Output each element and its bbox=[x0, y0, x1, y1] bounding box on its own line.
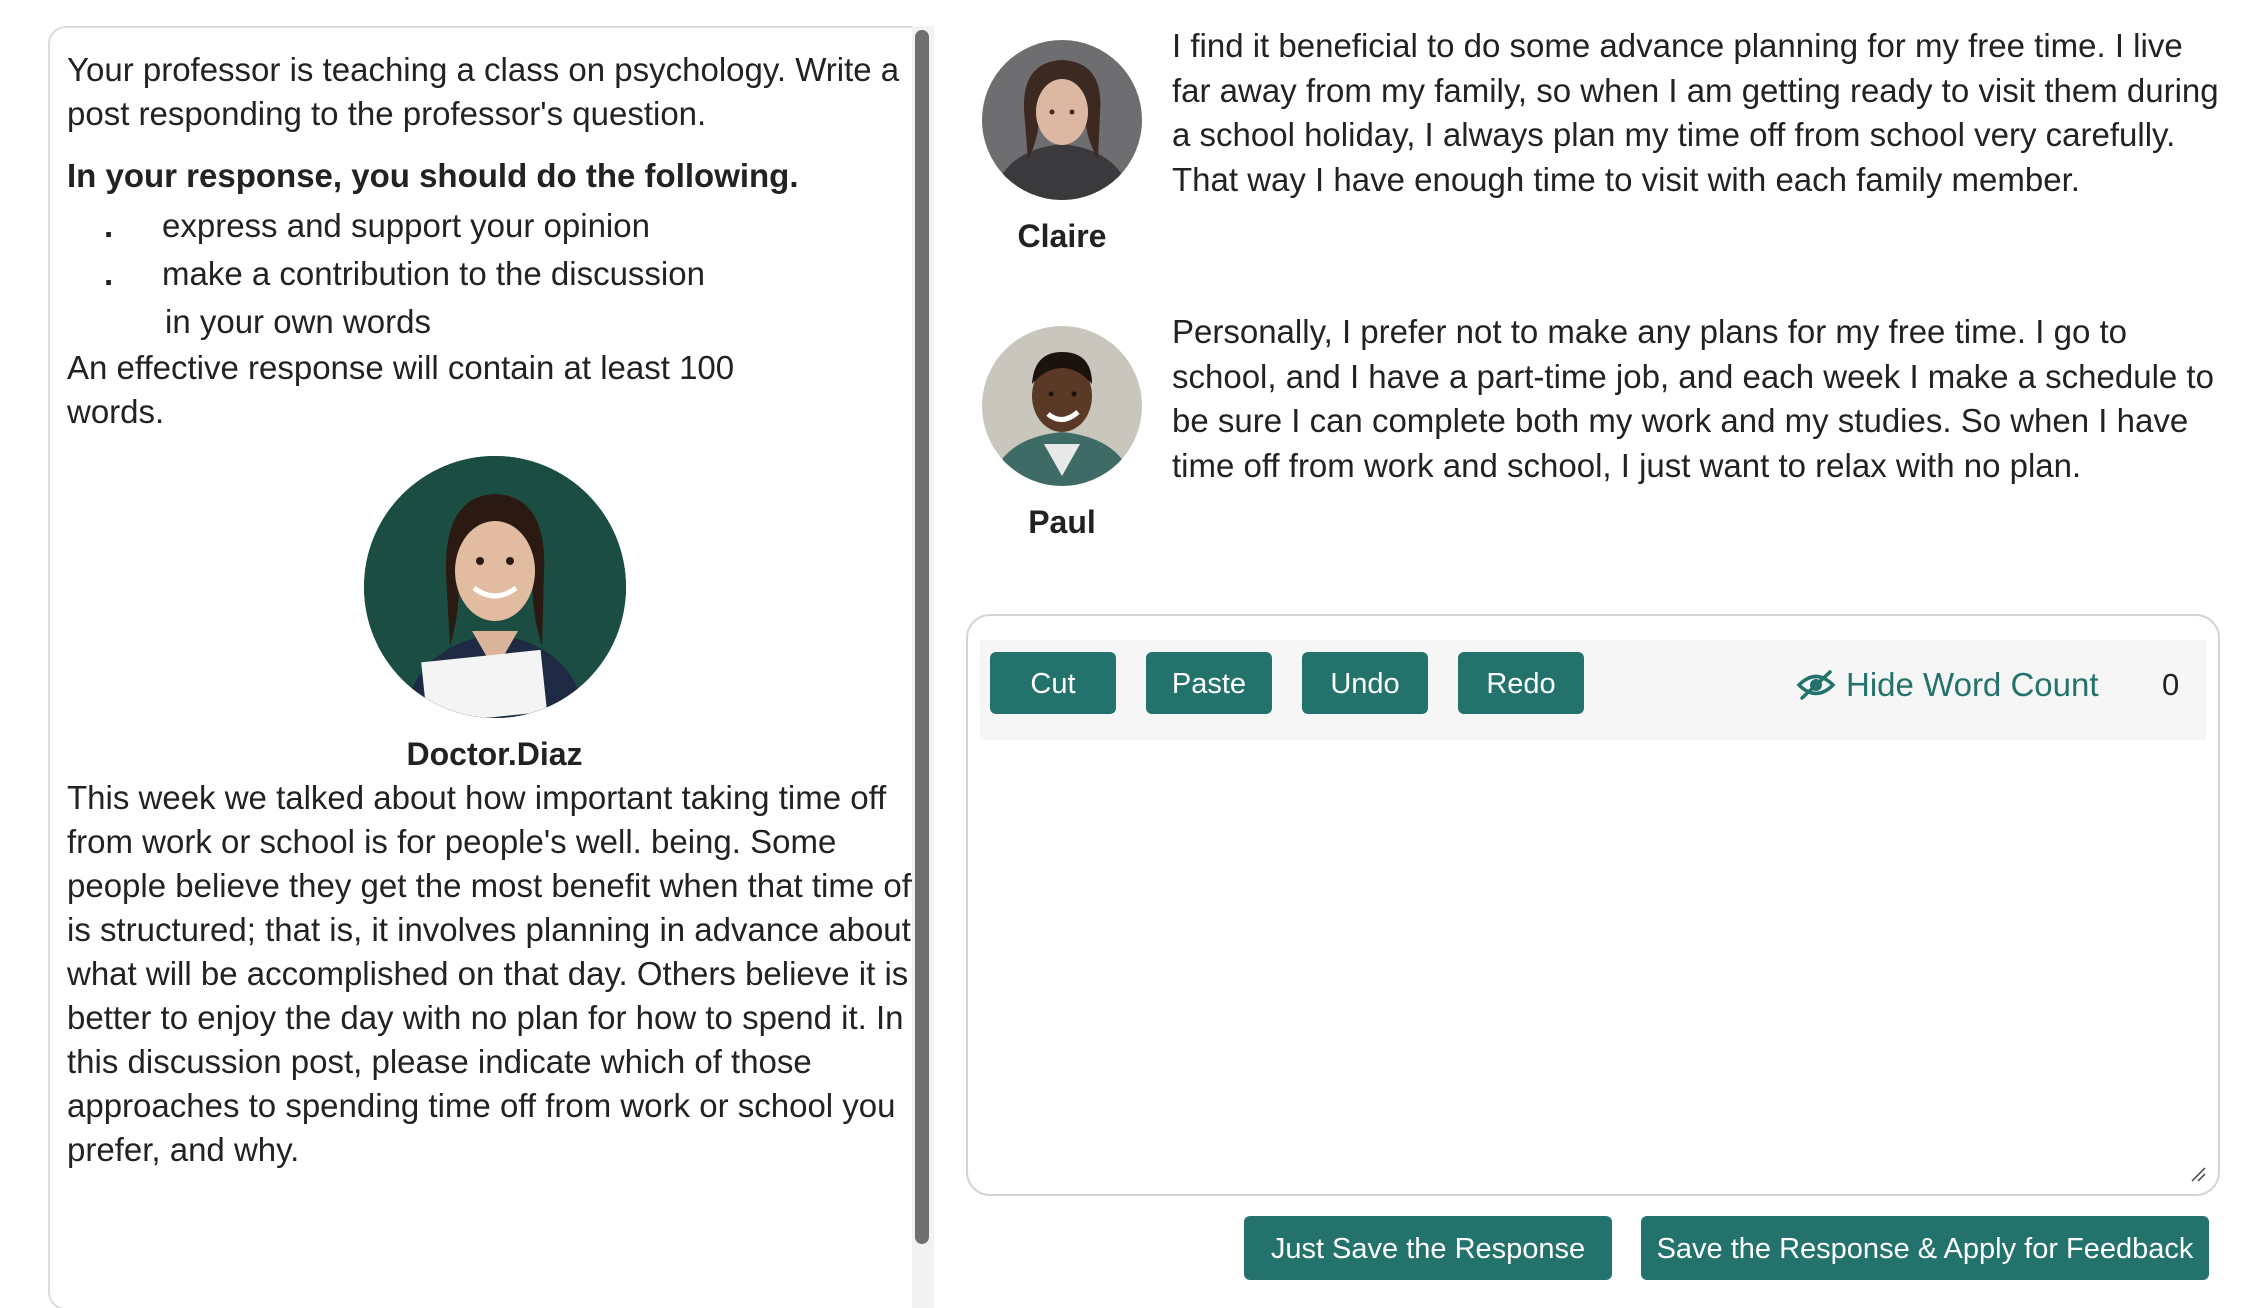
redo-button[interactable]: Redo bbox=[1458, 652, 1584, 714]
paste-button[interactable]: Paste bbox=[1146, 652, 1272, 714]
directions-item: . express and support your opinion bbox=[67, 202, 927, 250]
response-textarea[interactable] bbox=[982, 750, 2208, 1184]
post-author: Paul bbox=[972, 310, 1152, 541]
professor-name: Doctor.Diaz bbox=[406, 736, 583, 772]
prompt-intro: Your professor is teaching a class on ps… bbox=[67, 51, 900, 132]
post-author: Claire bbox=[972, 24, 1152, 255]
directions-heading: In your response, you should do the foll… bbox=[67, 157, 799, 194]
directions-list: . express and support your opinion . mak… bbox=[67, 202, 927, 298]
student-post-text: I find it beneficial to do some advance … bbox=[1172, 27, 2219, 198]
prompt-panel: Your professor is teaching a class on ps… bbox=[48, 26, 932, 1308]
word-requirement: An effective response will contain at le… bbox=[67, 349, 735, 430]
hide-word-count-toggle[interactable]: Hide Word Count bbox=[1796, 660, 2099, 710]
directions-item-text: express and support your opinion bbox=[162, 207, 650, 244]
cut-button[interactable]: Cut bbox=[990, 652, 1116, 714]
directions-item-text: make a contribution to the discussion bbox=[162, 255, 705, 292]
professor-question: This week we talked about how important … bbox=[67, 779, 920, 1168]
student-portrait-icon bbox=[982, 40, 1142, 200]
student-name: Paul bbox=[1028, 504, 1096, 540]
professor-portrait-icon bbox=[363, 456, 626, 718]
student-portrait-icon bbox=[982, 326, 1142, 486]
directions-item-continuation: in your own words bbox=[165, 303, 431, 340]
student-post-text: Personally, I prefer not to make any pla… bbox=[1172, 313, 2214, 484]
student-avatar bbox=[982, 326, 1142, 486]
hide-word-count-label: Hide Word Count bbox=[1846, 666, 2099, 703]
prompt-scrollbar-thumb[interactable] bbox=[915, 30, 929, 1244]
editor-toolbar: Cut Paste Undo Redo Hide Word Count 0 bbox=[980, 640, 2206, 740]
student-name: Claire bbox=[1017, 218, 1107, 254]
writing-task-page: Your professor is teaching a class on ps… bbox=[0, 0, 2256, 1308]
directions-item: . make a contribution to the discussion bbox=[67, 250, 927, 298]
save-and-feedback-button[interactable]: Save the Response & Apply for Feedback bbox=[1641, 1216, 2209, 1280]
professor-block: Doctor.Diaz bbox=[67, 456, 922, 776]
undo-button[interactable]: Undo bbox=[1302, 652, 1428, 714]
bullet-marker: . bbox=[104, 207, 114, 244]
bullet-marker: . bbox=[104, 255, 114, 292]
professor-avatar bbox=[363, 456, 626, 718]
resize-grip-icon[interactable] bbox=[2188, 1164, 2206, 1182]
prompt-content: Your professor is teaching a class on ps… bbox=[67, 48, 927, 1172]
response-editor: Cut Paste Undo Redo Hide Word Count 0 bbox=[966, 614, 2220, 1196]
word-count-value: 0 bbox=[2162, 667, 2180, 702]
student-avatar bbox=[982, 40, 1142, 200]
eye-slash-icon bbox=[1796, 670, 1836, 700]
just-save-button[interactable]: Just Save the Response bbox=[1244, 1216, 1612, 1280]
